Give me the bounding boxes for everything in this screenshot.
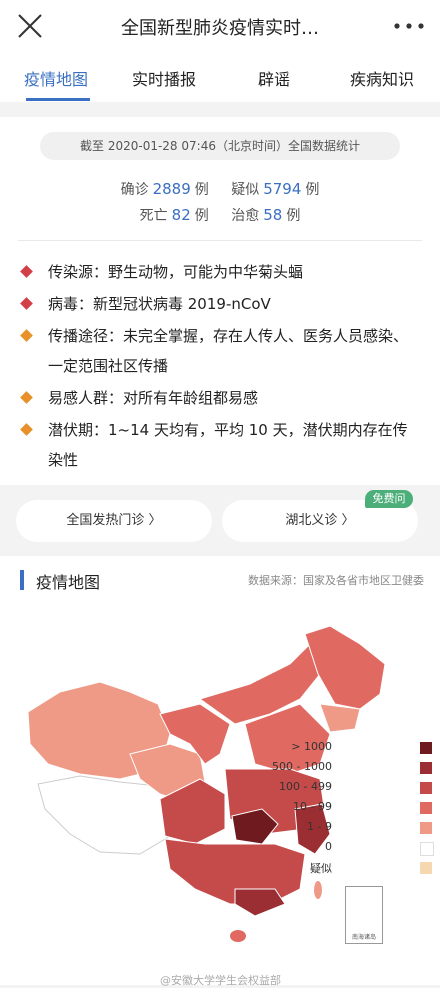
- confirmed-count: 2889: [152, 180, 191, 198]
- diamond-bullet-icon: [20, 329, 33, 342]
- divider: [18, 240, 422, 241]
- region-guangdong[interactable]: [234, 888, 286, 917]
- recovered-count: 58: [263, 206, 283, 224]
- section-accent-bar: [20, 570, 24, 590]
- legend-label: 10 - 99: [293, 800, 332, 813]
- fact-item: 传染源：野生动物，可能为中华菊头蝠: [18, 257, 422, 287]
- suspected-count: 5794: [263, 180, 302, 198]
- legend-label: > 1000: [291, 740, 332, 753]
- fact-text: 易感人群：对所有年龄组都易感: [48, 389, 259, 407]
- watermark: @安徽大学学生会权益部: [160, 974, 281, 987]
- legend-swatch: [420, 782, 432, 794]
- fact-text: 传染源：野生动物，可能为中华菊头蝠: [48, 263, 304, 281]
- legend-label: 0: [325, 840, 332, 853]
- legend-swatch: [420, 802, 432, 814]
- unit-label: 例: [305, 182, 320, 198]
- legend-label: 疑似: [310, 862, 332, 875]
- tab-rumor-debunk[interactable]: 辟谣: [258, 66, 290, 90]
- free-badge: 免费问: [365, 490, 413, 508]
- tab-live-news[interactable]: 实时播报: [132, 66, 196, 90]
- fact-item: 潜伏期：1~14 天均有，平均 10 天，潜伏期内存在传染性: [18, 415, 422, 475]
- deaths-count: 82: [171, 206, 191, 224]
- fact-item: 病毒：新型冠状病毒 2019-nCoV: [18, 289, 422, 319]
- legend-label: 1 - 9: [307, 820, 332, 833]
- legend-swatch: [420, 842, 434, 856]
- map-area: > 1000 500 - 1000 100 - 499 10 - 99 1 - 9 0 疑似…: [0, 604, 440, 987]
- tab-disease-knowledge[interactable]: 疾病知识: [350, 66, 414, 90]
- unit-label: 例: [194, 182, 209, 198]
- legend-swatch: [420, 862, 432, 874]
- legend-label: 100 - 499: [279, 780, 332, 793]
- region-northeast[interactable]: [304, 625, 386, 710]
- diamond-bullet-icon: [20, 391, 33, 404]
- south-china-sea-label: 南海诸岛: [351, 934, 376, 941]
- unit-label: 例: [286, 208, 301, 224]
- close-icon[interactable]: [16, 12, 44, 40]
- legend-swatch: [420, 762, 432, 774]
- active-tab-indicator: [26, 98, 90, 101]
- south-china-sea-inset: 南海诸岛: [345, 886, 383, 944]
- region-hainan[interactable]: [230, 930, 246, 942]
- suspected-label: 疑似: [231, 182, 260, 198]
- region-taiwan[interactable]: [314, 881, 322, 899]
- legend-swatch: [420, 742, 432, 754]
- fact-text: 潜伏期：1~14 天均有，平均 10 天，潜伏期内存在传染性: [48, 421, 408, 469]
- page-title: 全国新型肺炎疫情实时…: [121, 18, 319, 39]
- more-options-icon[interactable]: [392, 14, 426, 38]
- map-header: 疫情地图 数据来源：国家及各省市地区卫健委: [0, 556, 440, 604]
- stats-row-2: 死亡 82 例 治愈 58 例: [0, 205, 440, 225]
- fever-clinic-button[interactable]: 全国发热门诊 〉: [16, 500, 212, 542]
- summary-card: 截至 2020-01-28 07:46（北京时间）全国数据统计 确诊 2889 例 …: [0, 117, 440, 485]
- legend-swatch: [420, 822, 432, 834]
- recovered-label: 治愈: [231, 208, 260, 224]
- map-title: 疫情地图: [36, 573, 101, 592]
- top-bar: 全国新型肺炎疫情实时…: [0, 0, 440, 53]
- timestamp-pill: 截至 2020-01-28 07:46（北京时间）全国数据统计: [40, 132, 400, 160]
- diamond-bullet-icon: [20, 423, 33, 436]
- fact-text: 传播途径：未完全掌握，存在人传人、医务人员感染、一定范围社区传播: [48, 327, 409, 375]
- facts-list: 传染源：野生动物，可能为中华菊头蝠 病毒：新型冠状病毒 2019-nCoV 传播途径…: [18, 257, 422, 477]
- map-source: 数据来源：国家及各省市地区卫健委: [248, 574, 424, 587]
- legend-label: 500 - 1000: [272, 760, 332, 773]
- confirmed-label: 确诊: [120, 182, 149, 198]
- diamond-bullet-icon: [20, 265, 33, 278]
- fact-item: 易感人群：对所有年龄组都易感: [18, 383, 422, 413]
- stats-row-1: 确诊 2889 例 疑似 5794 例: [0, 179, 440, 199]
- unit-label: 例: [194, 208, 209, 224]
- diamond-bullet-icon: [20, 297, 33, 310]
- tab-bar: 疫情地图 实时播报 辟谣 疾病知识: [0, 52, 440, 102]
- deaths-label: 死亡: [139, 208, 168, 224]
- region-jilin[interactable]: [319, 703, 361, 733]
- tab-epidemic-map[interactable]: 疫情地图: [24, 66, 88, 90]
- fact-text: 病毒：新型冠状病毒 2019-nCoV: [48, 295, 271, 313]
- fact-item: 传播途径：未完全掌握，存在人传人、医务人员感染、一定范围社区传播: [18, 321, 422, 381]
